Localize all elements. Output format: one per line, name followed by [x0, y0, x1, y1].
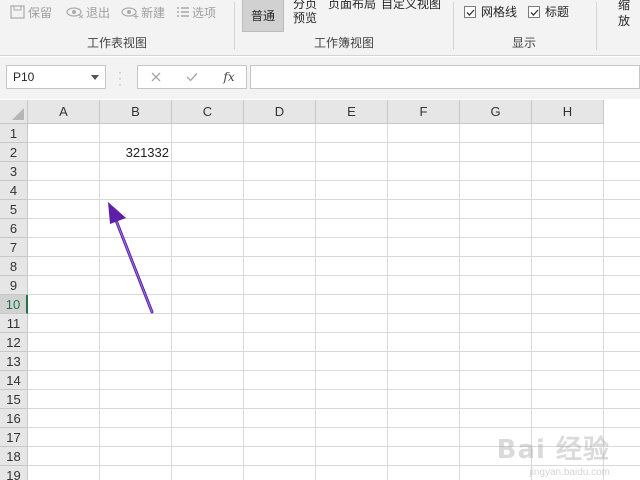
- formula-buttons: fx: [137, 65, 247, 89]
- sheet-view-group: 保留 退出 新建 选项 工作表视图: [0, 0, 234, 56]
- normal-view-button[interactable]: 普通: [242, 0, 284, 32]
- save-icon: [10, 5, 25, 19]
- normal-view-label: 普通: [250, 8, 275, 23]
- gridlines-label: 网格线: [481, 5, 518, 19]
- exit-view-button[interactable]: 退出: [66, 3, 110, 21]
- formula-bar-grip-icon[interactable]: · · ·: [118, 66, 122, 90]
- options-button[interactable]: 选项: [176, 3, 216, 21]
- sheet-view-group-label: 工作表视图: [86, 36, 147, 50]
- new-view-icon: [121, 7, 139, 19]
- checkbox-checked-icon: [528, 5, 540, 18]
- insert-function-button[interactable]: fx: [218, 66, 240, 88]
- enter-check-icon[interactable]: [182, 66, 202, 88]
- headings-checkbox[interactable]: 标题: [528, 3, 569, 20]
- watermark-logo: Bai 经验: [497, 429, 610, 466]
- page-break-label-line2: 预览: [293, 11, 318, 25]
- keep-view-button[interactable]: 保留: [10, 3, 52, 21]
- watermark-url: jingyan.baidu.com: [529, 467, 610, 478]
- show-group-label: 显示: [511, 36, 536, 50]
- new-view-label: 新建: [141, 5, 166, 20]
- fx-icon: fx: [223, 70, 235, 84]
- name-box-value: P10: [13, 70, 35, 84]
- spreadsheet-grid: ABCDEFGH 1 2 3 4 5 6 7 8 9 10 11 12 13 14 15 16 17 18 19 3…: [0, 100, 640, 480]
- formula-bar: P10 · · · fx: [0, 57, 640, 99]
- annotation-arrow-icon: [108, 202, 154, 314]
- watermark-text: Bai 经验: [496, 435, 610, 465]
- custom-views-label: 自定义视图: [381, 0, 442, 11]
- gridlines-checkbox[interactable]: 网格线: [464, 3, 517, 20]
- options-icon: [177, 7, 189, 17]
- page-break-preview-button[interactable]: 分页 预览: [293, 0, 317, 25]
- zoom-button[interactable]: 缩 放: [618, 0, 630, 29]
- new-view-button[interactable]: 新建: [121, 3, 165, 21]
- zoom-label-line2: 放: [618, 14, 631, 28]
- exit-view-label: 退出: [86, 5, 111, 20]
- watermark-sub-text: jingyan.baidu.com: [529, 467, 610, 478]
- ribbon: 保留 退出 新建 选项 工作表视图 工作簿视图 普通 分页 预览 页面布局 自定…: [0, 0, 640, 56]
- page-layout-label: 页面布局: [328, 0, 377, 11]
- headings-label: 标题: [545, 5, 570, 19]
- zoom-label-line1: 缩: [618, 0, 631, 12]
- ribbon-separator: [596, 2, 597, 50]
- chevron-down-icon[interactable]: [91, 75, 99, 80]
- name-box[interactable]: P10: [6, 65, 106, 89]
- exit-view-icon: [66, 7, 84, 19]
- page-break-label-line1: 分页: [293, 0, 318, 11]
- options-label: 选项: [192, 5, 217, 20]
- checkbox-checked-icon: [464, 5, 476, 18]
- custom-views-button[interactable]: 自定义视图: [381, 0, 441, 11]
- keep-view-label: 保留: [28, 5, 53, 20]
- cancel-icon[interactable]: [146, 66, 166, 88]
- show-group: 网格线 标题 显示: [454, 0, 594, 56]
- page-layout-button[interactable]: 页面布局: [328, 0, 376, 11]
- workbook-views-group-label: 工作簿视图: [313, 36, 374, 50]
- formula-input[interactable]: [250, 65, 640, 89]
